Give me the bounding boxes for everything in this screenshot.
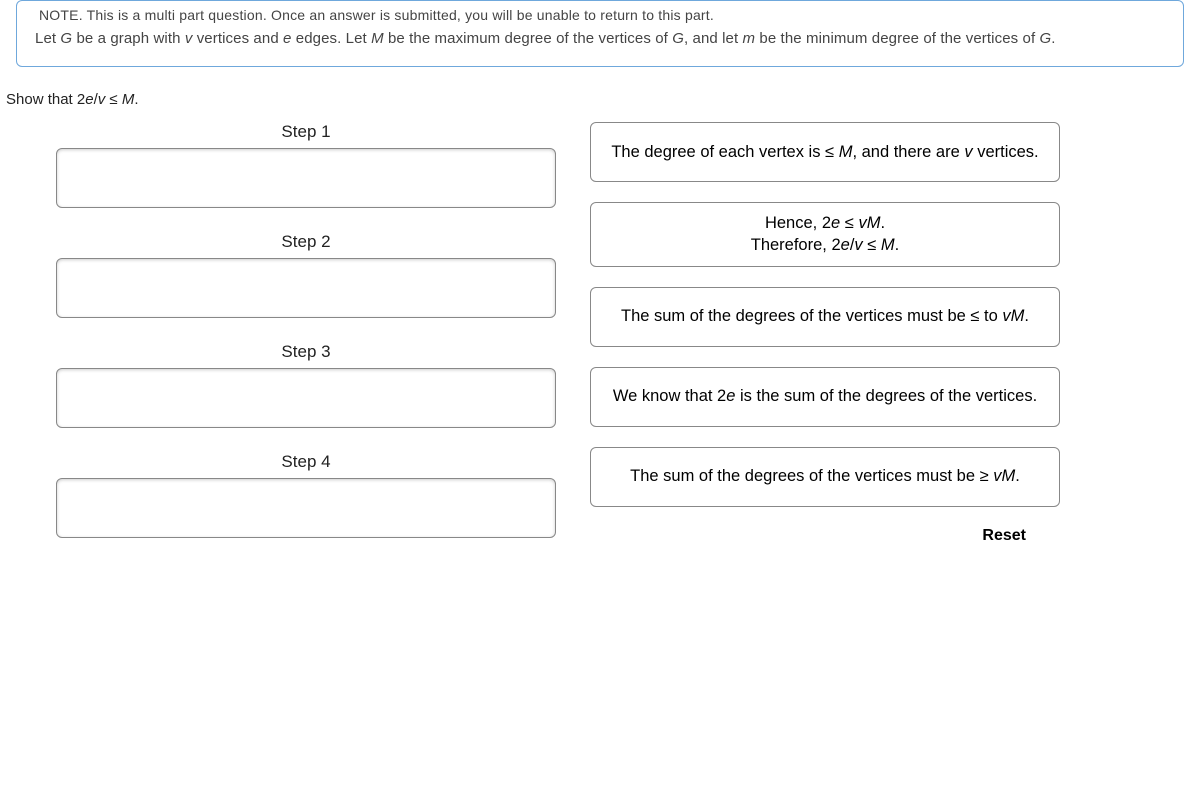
note-body: Let G be a graph with v vertices and e e… bbox=[35, 27, 1165, 50]
step-4-slot[interactable] bbox=[56, 478, 556, 538]
steps-column: Step 1 Step 2 Step 3 Step 4 bbox=[56, 122, 556, 562]
step-3-label: Step 3 bbox=[56, 342, 556, 362]
question-prompt: Show that 2e/v ≤ M. bbox=[6, 91, 1200, 108]
choice-text: Hence, 2e ≤ vM.Therefore, 2e/v ≤ M. bbox=[751, 213, 900, 256]
note-box: NOTE. This is a multi part question. Onc… bbox=[16, 0, 1184, 67]
step-3-slot[interactable] bbox=[56, 368, 556, 428]
step-2-slot[interactable] bbox=[56, 258, 556, 318]
choice-2e-is-sum[interactable]: We know that 2e is the sum of the degree… bbox=[590, 367, 1060, 427]
choice-text: The sum of the degrees of the vertices m… bbox=[630, 466, 1020, 487]
choices-column: The degree of each vertex is ≤ M, and th… bbox=[590, 122, 1060, 562]
reset-button[interactable]: Reset bbox=[590, 527, 1060, 545]
note-cutoff: NOTE. This is a multi part question. Onc… bbox=[39, 7, 1165, 23]
choice-text: We know that 2e is the sum of the degree… bbox=[613, 386, 1037, 407]
choice-text: The sum of the degrees of the vertices m… bbox=[621, 306, 1029, 327]
choice-hence-2e-le-vm[interactable]: Hence, 2e ≤ vM.Therefore, 2e/v ≤ M. bbox=[590, 202, 1060, 267]
choice-sum-le-vm[interactable]: The sum of the degrees of the vertices m… bbox=[590, 287, 1060, 347]
choice-sum-ge-vm[interactable]: The sum of the degrees of the vertices m… bbox=[590, 447, 1060, 507]
step-1-label: Step 1 bbox=[56, 122, 556, 142]
step-4-label: Step 4 bbox=[56, 452, 556, 472]
drag-drop-area: Step 1 Step 2 Step 3 Step 4 The degree o… bbox=[0, 122, 1200, 592]
step-1-slot[interactable] bbox=[56, 148, 556, 208]
step-2-label: Step 2 bbox=[56, 232, 556, 252]
choice-text: The degree of each vertex is ≤ M, and th… bbox=[611, 142, 1038, 163]
choice-degree-each-vertex[interactable]: The degree of each vertex is ≤ M, and th… bbox=[590, 122, 1060, 182]
